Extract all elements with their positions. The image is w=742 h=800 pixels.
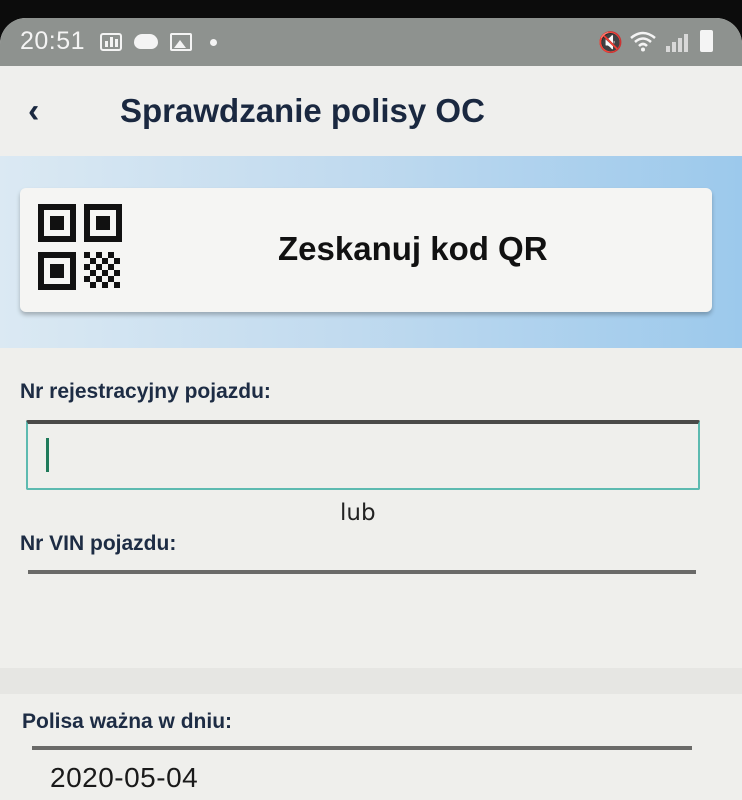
date-input[interactable]: 2020-05-04 — [32, 746, 692, 800]
qr-section: Zeskanuj kod QR — [0, 156, 742, 348]
phone-screen: 20:51 🔇 ‹ Sprawdzanie polisy OC Zeskanuj… — [0, 18, 742, 800]
battery-icon — [700, 30, 713, 52]
text-cursor — [46, 438, 49, 472]
section-divider — [0, 668, 742, 694]
registration-input[interactable] — [26, 420, 700, 490]
scan-qr-label: Zeskanuj kod QR — [278, 230, 548, 267]
scan-qr-button[interactable]: Zeskanuj kod QR — [20, 188, 712, 312]
chevron-left-icon: ‹ — [28, 92, 40, 130]
status-bar: 20:51 🔇 — [0, 18, 742, 66]
stats-icon — [100, 33, 122, 51]
dot-icon — [210, 39, 217, 46]
policy-check-form: Nr rejestracyjny pojazdu: lub Nr VIN poj… — [0, 348, 742, 800]
date-value: 2020-05-04 — [50, 762, 199, 793]
vin-input[interactable] — [28, 570, 696, 642]
signal-icon — [664, 32, 688, 52]
mute-icon: 🔇 — [598, 32, 623, 54]
date-label: Polisa ważna w dniu: — [22, 710, 233, 733]
status-time: 20:51 — [20, 27, 86, 55]
cloud-icon — [134, 34, 158, 49]
vin-label: Nr VIN pojazdu: — [20, 532, 177, 555]
or-separator: lub — [340, 500, 376, 526]
registration-label: Nr rejestracyjny pojazdu: — [20, 380, 271, 403]
back-button[interactable]: ‹ — [28, 92, 58, 132]
qr-code-icon — [38, 204, 122, 290]
page-title: Sprawdzanie polisy OC — [120, 92, 485, 129]
wifi-icon — [630, 31, 656, 52]
image-icon — [170, 33, 192, 51]
app-header: ‹ Sprawdzanie polisy OC — [0, 66, 742, 156]
